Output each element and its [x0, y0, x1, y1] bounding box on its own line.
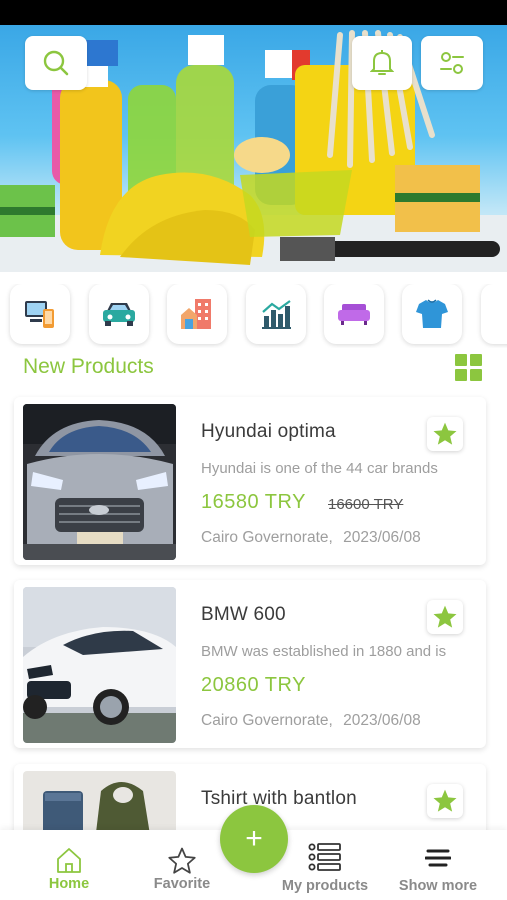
star-icon	[433, 605, 457, 628]
hyundai-car-image	[23, 404, 176, 560]
favorite-button[interactable]	[427, 784, 463, 818]
favorite-button[interactable]	[427, 417, 463, 451]
product-title: BMW 600	[201, 604, 286, 625]
home-icon	[57, 848, 81, 873]
notifications-button[interactable]	[352, 36, 412, 90]
product-price: 16580 TRY	[201, 491, 306, 513]
grid-view-icon[interactable]	[455, 354, 482, 381]
product-date: 2023/06/08	[343, 712, 421, 729]
category-real-estate[interactable]	[167, 284, 227, 344]
nav-home[interactable]: Home	[14, 830, 124, 900]
search-button[interactable]	[25, 36, 87, 90]
nav-my-products-label: My products	[281, 878, 369, 894]
product-description: BMW was established in 1880 and is	[201, 643, 447, 660]
product-price: 20860 TRY	[201, 674, 306, 696]
category-strip	[0, 284, 507, 348]
buildings-icon	[181, 299, 211, 329]
bmw-car-image	[23, 587, 176, 743]
chart-icon	[262, 300, 291, 329]
nav-favorite-label: Favorite	[153, 876, 211, 892]
devices-icon	[25, 301, 54, 328]
add-product-button[interactable]: +	[220, 805, 288, 873]
product-location-city: Cairo Governorate,	[201, 712, 333, 729]
menu-icon	[425, 849, 451, 867]
filter-button[interactable]	[421, 36, 483, 90]
star-icon	[433, 789, 457, 812]
star-outline-icon	[168, 847, 196, 874]
nav-show-more-label: Show more	[398, 878, 478, 894]
list-icon	[308, 843, 341, 871]
star-icon	[433, 422, 457, 445]
filter-icon	[440, 52, 464, 74]
product-image	[23, 587, 176, 743]
plus-icon: +	[245, 822, 263, 855]
product-image	[23, 404, 176, 560]
category-cars[interactable]	[89, 284, 149, 344]
status-bar	[0, 0, 507, 25]
category-fashion[interactable]	[402, 284, 462, 344]
sofa-icon	[338, 304, 370, 325]
search-icon	[43, 50, 69, 76]
category-more[interactable]	[481, 284, 507, 344]
product-old-price: 16600 TRY	[328, 496, 404, 513]
category-business[interactable]	[246, 284, 306, 344]
nav-show-more[interactable]: Show more	[383, 830, 493, 900]
product-location: Cairo Governorate, 2023/06/08	[201, 712, 421, 730]
product-title: Hyundai optima	[201, 421, 336, 442]
product-date: 2023/06/08	[343, 529, 421, 546]
car-icon	[103, 303, 135, 326]
favorite-button[interactable]	[427, 600, 463, 634]
bell-icon	[370, 50, 394, 75]
product-description: Hyundai is one of the 44 car brands	[201, 460, 438, 477]
product-card[interactable]: BMW 600 BMW was established in 1880 and …	[14, 580, 486, 748]
hero-banner	[0, 25, 507, 272]
product-location: Cairo Governorate, 2023/06/08	[201, 529, 421, 547]
product-location-city: Cairo Governorate,	[201, 529, 333, 546]
category-electronics[interactable]	[10, 284, 70, 344]
product-title: Tshirt with bantlon	[201, 788, 357, 809]
nav-home-label: Home	[48, 876, 90, 892]
category-furniture[interactable]	[324, 284, 384, 344]
tshirt-icon	[416, 299, 448, 328]
product-card[interactable]: Hyundai optima Hyundai is one of the 44 …	[14, 397, 486, 565]
section-title: New Products	[23, 355, 154, 378]
